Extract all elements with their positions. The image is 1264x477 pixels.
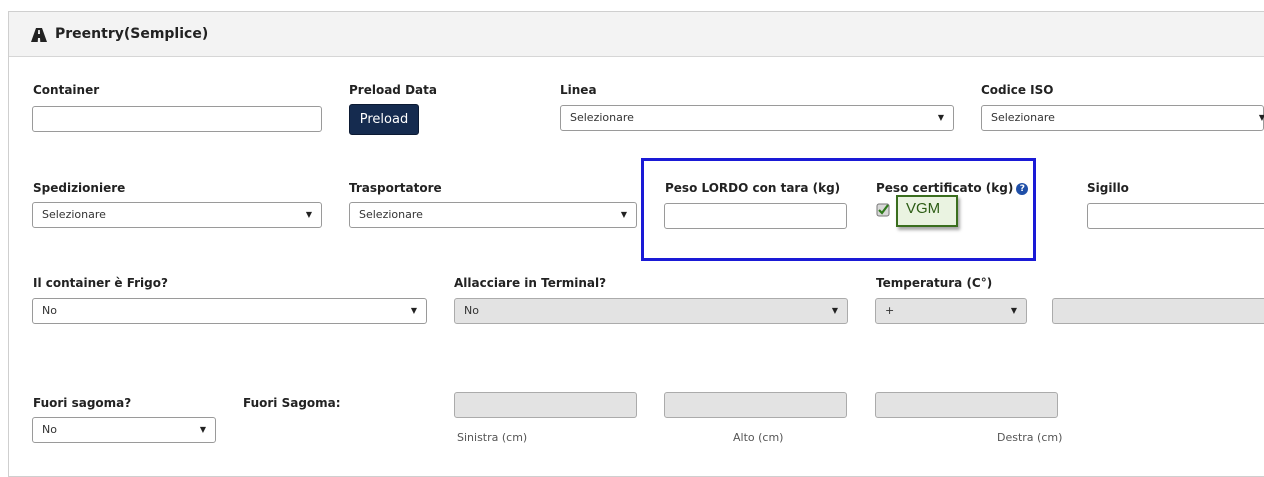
alto-input[interactable]: [664, 392, 847, 418]
codice-iso-select[interactable]: Selezionare ▼: [981, 105, 1264, 131]
fuori-sagoma-label: Fuori Sagoma:: [243, 396, 341, 410]
spedizioniere-select[interactable]: Selezionare ▼: [32, 202, 322, 228]
allacciare-select-value: No: [464, 304, 479, 317]
destra-input[interactable]: [875, 392, 1058, 418]
linea-label: Linea: [560, 83, 597, 97]
chevron-down-icon: ▼: [305, 210, 312, 219]
chevron-down-icon: ▼: [1258, 113, 1264, 122]
temperatura-sign-select[interactable]: + ▼: [875, 298, 1027, 324]
chevron-down-icon: ▼: [937, 113, 944, 122]
sigillo-label: Sigillo: [1087, 181, 1129, 195]
frigo-select[interactable]: No ▼: [32, 298, 427, 324]
container-input[interactable]: [32, 106, 322, 132]
chevron-down-icon: ▼: [199, 425, 206, 434]
chevron-down-icon: ▼: [831, 306, 838, 315]
chevron-down-icon: ▼: [410, 306, 417, 315]
trasportatore-select-value: Selezionare: [359, 208, 423, 221]
linea-select-value: Selezionare: [570, 111, 634, 124]
sigillo-input[interactable]: [1087, 203, 1264, 229]
trasportatore-label: Trasportatore: [349, 181, 442, 195]
question-circle-icon[interactable]: ?: [1016, 182, 1029, 195]
sinistra-input[interactable]: [454, 392, 637, 418]
checkbox-checked-icon[interactable]: [876, 203, 890, 217]
vgm-callout: VGM: [896, 195, 958, 227]
peso-certificato-label: Peso certificato (kg)?: [876, 181, 1029, 195]
chevron-down-icon: ▼: [620, 210, 627, 219]
chevron-down-icon: ▼: [1010, 306, 1017, 315]
preload-button[interactable]: Preload: [349, 104, 419, 135]
sinistra-label: Sinistra (cm): [457, 431, 528, 444]
spedizioniere-select-value: Selezionare: [42, 208, 106, 221]
panel-header: Preentry(Semplice): [9, 12, 1264, 57]
fuori-sagoma-select[interactable]: No ▼: [32, 417, 216, 443]
alto-label: Alto (cm): [733, 431, 784, 444]
destra-label: Destra (cm): [997, 431, 1063, 444]
spedizioniere-label: Spedizioniere: [33, 181, 126, 195]
peso-lordo-input[interactable]: [664, 203, 847, 229]
panel-title: Preentry(Semplice): [55, 26, 209, 42]
preload-data-label: Preload Data: [349, 83, 437, 97]
fuori-sagoma-select-value: No: [42, 423, 57, 436]
peso-lordo-label: Peso LORDO con tara (kg): [665, 181, 841, 195]
codice-iso-select-value: Selezionare: [991, 111, 1055, 124]
frigo-label: Il container è Frigo?: [33, 276, 168, 290]
peso-certificato-text: Peso certificato (kg): [876, 181, 1014, 195]
codice-iso-label: Codice ISO: [981, 83, 1054, 97]
allacciare-select[interactable]: No ▼: [454, 298, 848, 324]
temperatura-label: Temperatura (C°): [876, 276, 993, 290]
linea-select[interactable]: Selezionare ▼: [560, 105, 954, 131]
container-label: Container: [33, 83, 100, 97]
fuori-sagoma-question-label: Fuori sagoma?: [33, 396, 132, 410]
temperatura-sign-value: +: [885, 304, 895, 317]
allacciare-label: Allacciare in Terminal?: [454, 276, 607, 290]
frigo-select-value: No: [42, 304, 57, 317]
trasportatore-select[interactable]: Selezionare ▼: [349, 202, 637, 228]
temperatura-input[interactable]: [1052, 298, 1264, 324]
road-icon: [31, 28, 47, 42]
